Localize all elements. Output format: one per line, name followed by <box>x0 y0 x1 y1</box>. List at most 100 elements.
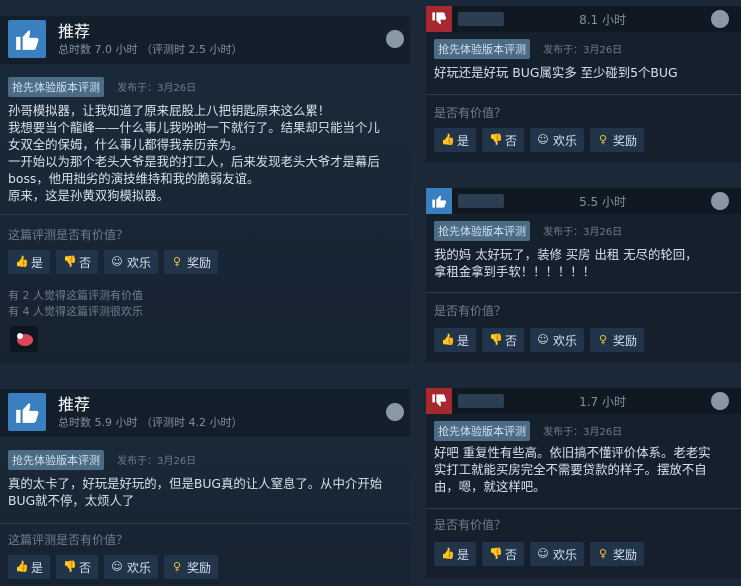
award-icon: ♀ <box>173 255 182 268</box>
helpful-question: 是否有价值？ <box>434 304 507 318</box>
vote-yes-button[interactable]: 👍 是 <box>434 128 477 152</box>
posted-date: 发布于：3月26日 <box>117 456 197 467</box>
award-button[interactable]: ♀ 奖励 <box>590 542 645 566</box>
thumbs-up-icon: 👍 <box>441 547 455 560</box>
posted-date: 发布于：3月26日 <box>543 45 623 56</box>
vote-buttons: 👍 是 👎 否 ☺ 欢乐 ♀ 奖励 <box>434 128 645 152</box>
review-text-line: 拿租金拿到手软！！！！！！ <box>434 264 596 279</box>
divider <box>426 508 741 509</box>
review-hours: 1.7 小时 <box>579 395 626 409</box>
review-text: 孙哥模拟器，让我知道了原来屁股上八把钥匙原来这么累！ 我想要当个龍峰——什么事儿… <box>8 102 402 204</box>
award-button[interactable]: ♀ 奖励 <box>590 328 645 352</box>
review-text-line: 我想要当个龍峰——什么事儿我吩咐一下就行了。结果却只能当个儿 <box>8 120 380 135</box>
steam-logo-icon <box>711 392 729 410</box>
thumbs-up-icon: 👍 <box>441 133 455 146</box>
review-card-right-2: 5.5 小时 抢先体验版本评测 发布于：3月26日 我的妈 太好玩了，装修 买房… <box>426 188 741 362</box>
vote-funny-button[interactable]: ☺ 欢乐 <box>530 542 585 566</box>
btn-label: 奖励 <box>187 560 212 575</box>
vote-funny-button[interactable]: ☺ 欢乐 <box>104 555 159 579</box>
review-text-line: 女双全的保姆，什么事儿都得我亲历亲为。 <box>8 137 244 152</box>
btn-label: 否 <box>79 560 92 575</box>
vote-no-button[interactable]: 👎 否 <box>56 555 99 579</box>
helpful-count: 有 2 人觉得这篇评测有价值 <box>8 289 143 302</box>
btn-label: 否 <box>79 255 92 270</box>
thumbs-up-icon <box>8 393 46 431</box>
review-text-line: 好玩还是好玩 BUG属实多 至少碰到5个BUG <box>434 65 678 80</box>
review-header: 1.7 小时 <box>426 388 741 414</box>
helpful-question: 这篇评测是否有价值？ <box>8 228 129 242</box>
divider <box>426 94 741 95</box>
review-hours: 总时数 7.0 小时 （评测时 2.5 小时） <box>58 43 243 56</box>
vote-buttons: 👍 是 👎 否 ☺ 欢乐 ♀ 奖励 <box>8 555 219 579</box>
vote-yes-button[interactable]: 👍 是 <box>434 542 477 566</box>
thumbs-down-icon: 👎 <box>63 560 77 573</box>
early-access-tag: 抢先体验版本评测 <box>434 221 530 241</box>
vote-yes-button[interactable]: 👍 是 <box>8 555 51 579</box>
helpful-question: 这篇评测是否有价值？ <box>8 533 129 547</box>
vote-funny-button[interactable]: ☺ 欢乐 <box>104 250 159 274</box>
review-text: 好玩还是好玩 BUG属实多 至少碰到5个BUG <box>434 64 733 81</box>
helpful-question: 是否有价值？ <box>434 106 507 120</box>
review-text: 好吧 重复性有些高。依旧搞不懂评价体系。老老实 实打工就能买房完全不需要贷款的样… <box>434 444 733 495</box>
funny-count: 有 4 人觉得这篇评测很欢乐 <box>8 305 143 318</box>
tag-row: 抢先体验版本评测 发布于：3月26日 <box>434 420 622 441</box>
smile-icon: ☺ <box>111 560 123 573</box>
vote-no-button[interactable]: 👎 否 <box>56 250 99 274</box>
vote-no-button[interactable]: 👎 否 <box>482 128 525 152</box>
early-access-tag: 抢先体验版本评测 <box>434 39 530 59</box>
btn-label: 是 <box>31 255 44 270</box>
btn-label: 奖励 <box>613 547 638 562</box>
vote-funny-button[interactable]: ☺ 欢乐 <box>530 328 585 352</box>
posted-date: 发布于：3月26日 <box>117 83 197 94</box>
award-button[interactable]: ♀ 奖励 <box>164 555 219 579</box>
vote-buttons: 👍 是 👎 否 ☺ 欢乐 ♀ 奖励 <box>434 542 645 566</box>
posted-date: 发布于：3月26日 <box>543 427 623 438</box>
review-hours: 8.1 小时 <box>579 13 626 27</box>
vote-no-button[interactable]: 👎 否 <box>482 328 525 352</box>
award-button[interactable]: ♀ 奖励 <box>590 128 645 152</box>
review-hours: 5.5 小时 <box>579 195 626 209</box>
btn-label: 否 <box>505 333 518 348</box>
thumbs-down-icon: 👎 <box>489 133 503 146</box>
review-hours: 总时数 5.9 小时 （评测时 4.2 小时） <box>58 416 243 429</box>
btn-label: 欢乐 <box>553 133 578 148</box>
btn-label: 否 <box>505 547 518 562</box>
thumbs-down-icon: 👎 <box>489 547 503 560</box>
vote-yes-button[interactable]: 👍 是 <box>8 250 51 274</box>
thumbs-up-icon: 👍 <box>441 333 455 346</box>
steam-logo-icon <box>711 10 729 28</box>
btn-label: 奖励 <box>613 133 638 148</box>
thumbs-down-icon <box>426 6 452 32</box>
review-text-line: 一开始以为那个老头大爷是我的打工人，后来发现老头大爷才是幕后 <box>8 154 380 169</box>
btn-label: 是 <box>457 547 470 562</box>
smile-icon: ☺ <box>537 547 549 560</box>
review-verdict: 推荐 <box>58 395 91 414</box>
btn-label: 否 <box>505 133 518 148</box>
vote-yes-button[interactable]: 👍 是 <box>434 328 477 352</box>
thumbs-up-icon: 👍 <box>15 560 29 573</box>
award-badge-icon[interactable] <box>10 326 38 352</box>
review-card-left-1: 推荐 总时数 7.0 小时 （评测时 2.5 小时） 抢先体验版本评测 发布于：… <box>0 16 410 364</box>
reviewer-name-blur <box>458 394 504 408</box>
review-text-line: 实打工就能买房完全不需要贷款的样子。摆放不自 <box>434 462 707 477</box>
vote-funny-button[interactable]: ☺ 欢乐 <box>530 128 585 152</box>
smile-icon: ☺ <box>111 255 123 268</box>
btn-label: 是 <box>31 560 44 575</box>
early-access-tag: 抢先体验版本评测 <box>8 450 104 470</box>
thumbs-up-icon: 👍 <box>15 255 29 268</box>
early-access-tag: 抢先体验版本评测 <box>8 77 104 97</box>
review-text-line: BUG就不停，太烦人了 <box>8 493 135 508</box>
divider <box>426 292 741 293</box>
btn-label: 是 <box>457 333 470 348</box>
review-text-line: 孙哥模拟器，让我知道了原来屁股上八把钥匙原来这么累！ <box>8 103 331 118</box>
thumbs-down-icon: 👎 <box>489 333 503 346</box>
vote-no-button[interactable]: 👎 否 <box>482 542 525 566</box>
award-button[interactable]: ♀ 奖励 <box>164 250 219 274</box>
review-text: 我的妈 太好玩了，装修 买房 出租 无尽的轮回， 拿租金拿到手软！！！！！！ <box>434 246 733 280</box>
review-text-line: 好吧 重复性有些高。依旧搞不懂评价体系。老老实 <box>434 445 711 460</box>
review-header: 5.5 小时 <box>426 188 741 214</box>
award-icon: ♀ <box>599 333 608 346</box>
vote-buttons: 👍 是 👎 否 ☺ 欢乐 ♀ 奖励 <box>8 250 219 274</box>
thumbs-up-icon <box>426 188 452 214</box>
review-text-line: 由，嗯，就这样吧。 <box>434 479 546 494</box>
